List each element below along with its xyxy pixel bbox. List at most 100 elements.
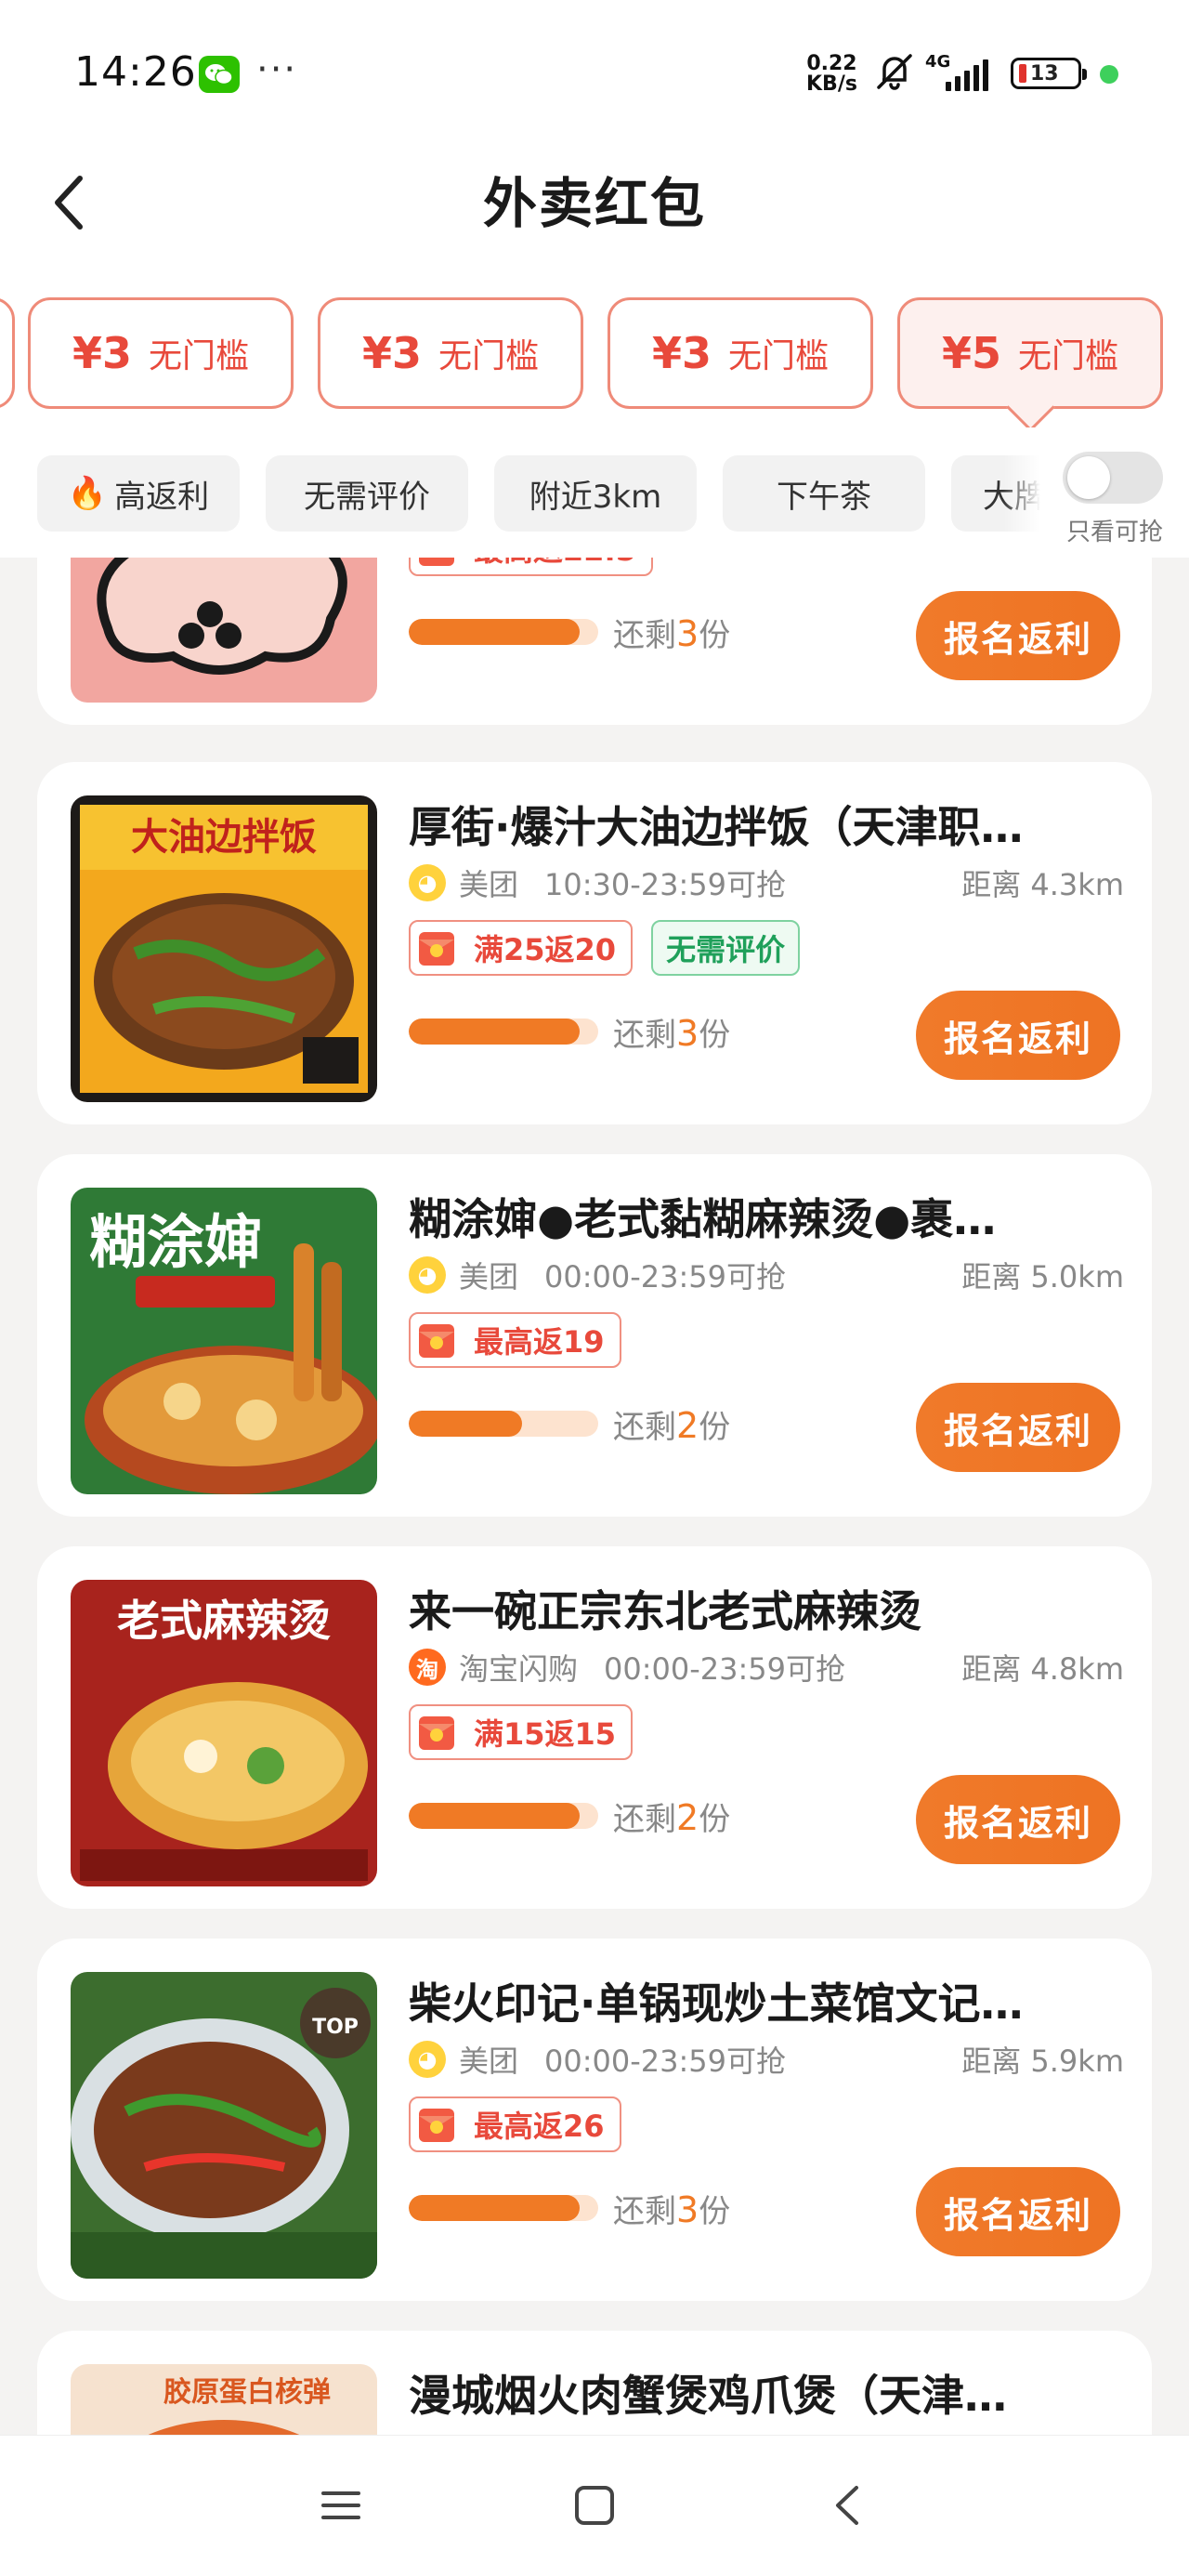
svg-text:老式麻辣烫: 老式麻辣烫 — [117, 1596, 331, 1646]
store-list: 最高返22.5 还剩3份 报名返利 大油边拌饭 厚街·爆汁大油边拌饭（天津职… … — [0, 558, 1189, 2435]
signup-rebate-button[interactable]: 报名返利 — [916, 1383, 1120, 1472]
rebate-tag-text: 满15返15 — [474, 1716, 617, 1752]
rebate-tag-text: 满25返20 — [474, 932, 617, 967]
remaining-suffix: 份 — [699, 2193, 731, 2230]
store-meta: 淘 淘宝闪购 00:00-23:59可抢 距离 4.8km — [409, 1647, 1124, 1688]
store-name: 柴火印记·单锅现炒土菜馆文记… — [409, 1978, 1024, 2029]
app-header: 外卖红包 — [0, 139, 1189, 279]
remaining-count: 还剩2份 — [613, 1794, 730, 1839]
store-card[interactable]: 老式麻辣烫 来一碗正宗东北老式麻辣烫 淘 淘宝闪购 00:00-23:59可抢 … — [37, 1546, 1152, 1909]
back-triangle-icon — [836, 2486, 858, 2525]
flame-icon: 🔥 — [67, 475, 108, 512]
speed-unit: KB/s — [806, 72, 857, 96]
rebate-tag: 最高返19 — [409, 1312, 621, 1368]
only-available-toggle-group: 只看可抢 — [1040, 427, 1189, 558]
red-envelope-icon — [411, 558, 463, 574]
store-card[interactable]: 最高返22.5 还剩3份 报名返利 — [37, 558, 1152, 725]
filter-chip-high-rebate[interactable]: 🔥 高返利 — [37, 455, 240, 532]
rebate-tag-text: 最高返22.5 — [474, 558, 636, 570]
remaining-number: 2 — [676, 1797, 699, 1838]
coupon-item[interactable]: ¥3 无门槛 — [608, 297, 873, 409]
svg-text:TOP: TOP — [312, 2016, 359, 2039]
platform-name: 淘宝闪购 — [459, 1651, 579, 1687]
filter-chip-label: 高返利 — [114, 478, 210, 516]
store-meta: ◕ 美团 10:30-23:59可抢 距离 4.3km — [409, 862, 1124, 903]
store-distance: 距离 5.0km — [961, 1259, 1124, 1295]
only-available-toggle[interactable] — [1063, 452, 1163, 504]
tag-group: 满25返20 无需评价 — [409, 920, 801, 978]
remaining-number: 3 — [676, 2189, 699, 2230]
filter-fade — [1003, 427, 1040, 558]
coupon-item[interactable]: ¥3 无门槛 — [28, 297, 294, 409]
store-thumbnail: 大油边拌饭 — [71, 795, 377, 1102]
page-title: 外卖红包 — [482, 172, 706, 235]
remaining-suffix: 份 — [699, 1017, 731, 1054]
available-hours: 00:00-23:59可抢 — [604, 1651, 846, 1687]
red-envelope-icon — [411, 922, 463, 974]
coupon-selector: ¥3 无门槛 ¥3 无门槛 ¥3 无门槛 ¥5 无门槛 — [0, 279, 1189, 427]
remaining-prefix: 还剩 — [613, 1409, 676, 1446]
mute-bell-icon — [873, 50, 916, 93]
system-nav-bar — [0, 2435, 1189, 2576]
coupon-condition: 无门槛 — [438, 337, 540, 375]
red-envelope-icon — [411, 1314, 463, 1366]
remaining-suffix: 份 — [699, 1801, 731, 1838]
filter-chip-label: 无需评价 — [304, 478, 430, 516]
store-meta: ◕ 美团 00:00-23:59可抢 距离 5.0km — [409, 1255, 1124, 1295]
signup-rebate-button[interactable]: 报名返利 — [916, 991, 1120, 1080]
signup-rebate-button[interactable]: 报名返利 — [916, 2167, 1120, 2256]
store-distance: 距离 4.3km — [961, 867, 1124, 902]
status-bar: 14:26 ··· 0.22 KB/s 4G 13 — [0, 0, 1189, 139]
menu-icon — [321, 2491, 360, 2519]
filter-chip-afternoon-tea[interactable]: 下午茶 — [723, 455, 925, 532]
stock-progress — [409, 1803, 598, 1829]
svg-text:糊涂婶: 糊涂婶 — [89, 1208, 262, 1276]
nav-back-button[interactable] — [806, 2473, 890, 2538]
available-hours: 10:30-23:59可抢 — [544, 867, 787, 902]
signup-rebate-button[interactable]: 报名返利 — [916, 591, 1120, 680]
remaining-count: 还剩3份 — [613, 2186, 730, 2231]
store-name: 漫城烟火肉蟹煲鸡爪煲（天津… — [409, 2371, 1007, 2421]
coupon-partial[interactable] — [0, 297, 15, 409]
no-review-tag: 无需评价 — [651, 920, 801, 976]
rebate-tag: 满15返15 — [409, 1704, 634, 1760]
signal-icon: 4G — [925, 52, 996, 93]
coupon-amount: ¥3 — [72, 328, 132, 378]
store-card[interactable]: TOP 柴火印记·单锅现炒土菜馆文记… ◕ 美团 00:00-23:59可抢 距… — [37, 1939, 1152, 2301]
privacy-indicator-dot — [1100, 65, 1118, 84]
store-thumbnail: 胶原蛋白核弹 — [71, 2364, 377, 2435]
status-time: 14:26 — [74, 48, 197, 96]
only-available-label: 只看可抢 — [1065, 519, 1163, 546]
remaining-prefix: 还剩 — [613, 2193, 676, 2230]
remaining-number: 3 — [676, 1013, 699, 1054]
store-name: 厚街·爆汁大油边拌饭（天津职… — [409, 802, 1024, 852]
store-name: 糊涂婶●老式黏糊麻辣烫●裹… — [409, 1194, 997, 1244]
store-card[interactable]: 胶原蛋白核弹 漫城烟火肉蟹煲鸡爪煲（天津… — [37, 2331, 1152, 2435]
filter-chip-nearby[interactable]: 附近3km — [494, 455, 697, 532]
store-thumbnail: 糊涂婶 — [71, 1188, 377, 1494]
platform-name: 美团 — [459, 867, 519, 902]
filter-chip-no-review[interactable]: 无需评价 — [266, 455, 468, 532]
coupon-condition: 无门槛 — [1018, 337, 1119, 375]
coupon-item[interactable]: ¥3 无门槛 — [318, 297, 583, 409]
coupon-condition: 无门槛 — [149, 337, 250, 375]
coupon-amount: ¥3 — [651, 328, 712, 378]
filter-chip-label: 下午茶 — [777, 478, 871, 516]
nav-home-button[interactable] — [553, 2473, 636, 2538]
store-card[interactable]: 糊涂婶 糊涂婶●老式黏糊麻辣烫●裹… ◕ 美团 00:00-23:59可抢 距离… — [37, 1154, 1152, 1517]
stock-progress-fill — [409, 619, 580, 645]
nav-menu-button[interactable] — [299, 2473, 383, 2538]
svg-text:大油边拌饭: 大油边拌饭 — [131, 816, 317, 859]
store-meta: ◕ 美团 00:00-23:59可抢 距离 5.9km — [409, 2039, 1124, 2080]
red-envelope-icon — [411, 1706, 463, 1758]
remaining-suffix: 份 — [699, 1409, 731, 1446]
coupon-item-selected[interactable]: ¥5 无门槛 — [897, 297, 1163, 409]
remaining-count: 还剩3份 — [613, 610, 730, 655]
remaining-suffix: 份 — [699, 617, 731, 654]
signup-rebate-button[interactable]: 报名返利 — [916, 1775, 1120, 1864]
svg-text:胶原蛋白核弹: 胶原蛋白核弹 — [163, 2376, 331, 2409]
stock-progress-fill — [409, 2195, 580, 2221]
store-card[interactable]: 大油边拌饭 厚街·爆汁大油边拌饭（天津职… ◕ 美团 10:30-23:59可抢… — [37, 762, 1152, 1124]
platform-name: 美团 — [459, 1259, 519, 1295]
more-notifications-icon: ··· — [256, 48, 298, 91]
